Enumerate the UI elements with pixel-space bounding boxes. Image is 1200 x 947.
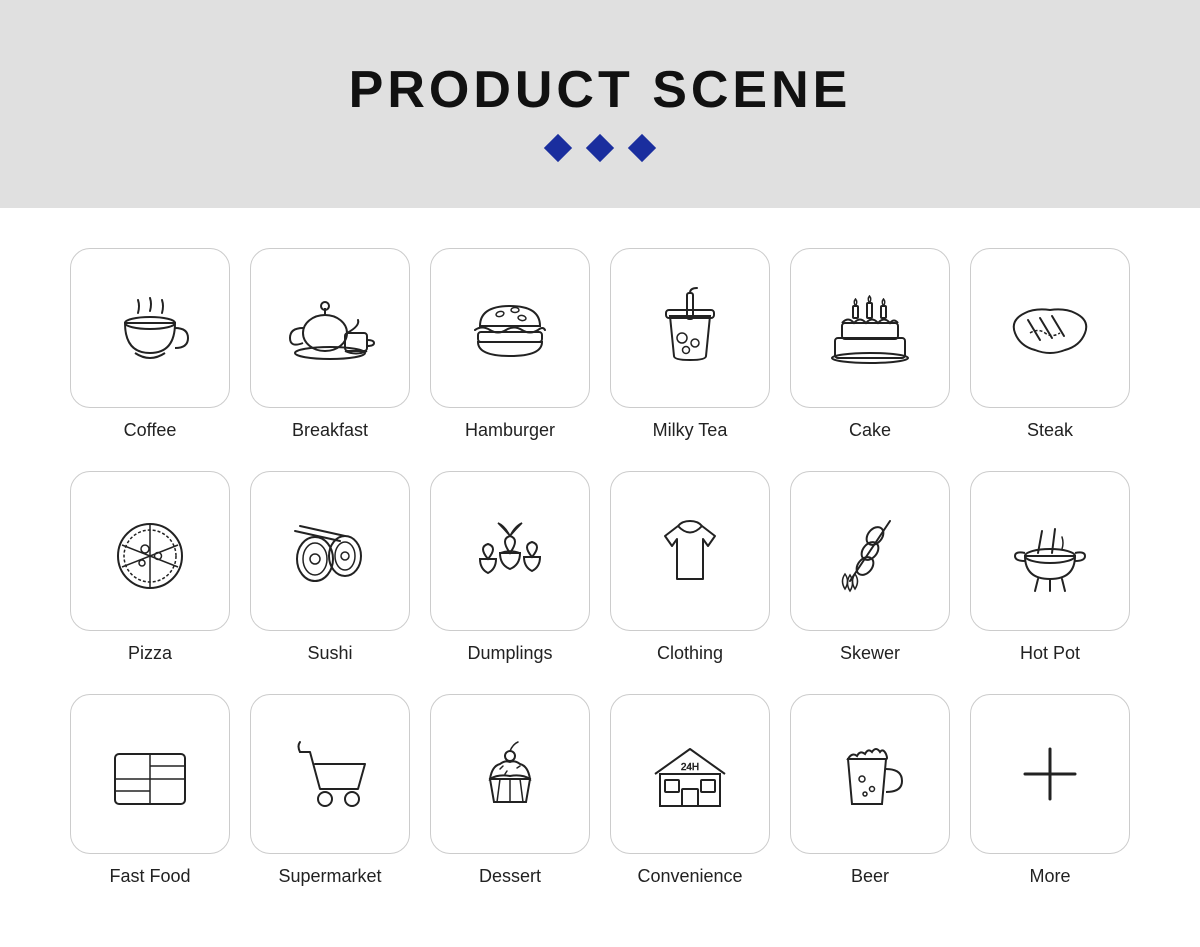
- category-item-skewer[interactable]: Skewer: [790, 471, 950, 664]
- diamond-icon-3: [628, 134, 656, 162]
- decorative-diamonds: [20, 138, 1180, 158]
- category-item-sushi[interactable]: Sushi: [250, 471, 410, 664]
- category-item-coffee[interactable]: Coffee: [70, 248, 230, 441]
- clothing-label: Clothing: [657, 643, 723, 664]
- pizza-label: Pizza: [128, 643, 172, 664]
- hot-pot-label: Hot Pot: [1020, 643, 1080, 664]
- skewer-icon-box: [790, 471, 950, 631]
- steak-label: Steak: [1027, 420, 1073, 441]
- skewer-label: Skewer: [840, 643, 900, 664]
- category-row-3: Fast Food Supermarket: [60, 694, 1140, 887]
- category-item-pizza[interactable]: Pizza: [70, 471, 230, 664]
- convenience-label: Convenience: [637, 866, 742, 887]
- sushi-label: Sushi: [307, 643, 352, 664]
- dessert-label: Dessert: [479, 866, 541, 887]
- fast-food-icon-box: [70, 694, 230, 854]
- hamburger-icon-box: [430, 248, 590, 408]
- diamond-icon-2: [586, 134, 614, 162]
- category-grid: Coffee: [0, 208, 1200, 947]
- beer-label: Beer: [851, 866, 889, 887]
- page-header: PRODUCT SCENE: [0, 0, 1200, 208]
- category-row-2: Pizza Sushi: [60, 471, 1140, 664]
- category-item-cake[interactable]: Cake: [790, 248, 950, 441]
- clothing-icon-box: [610, 471, 770, 631]
- dumplings-icon-box: [430, 471, 590, 631]
- milky-tea-icon-box: [610, 248, 770, 408]
- diamond-icon-1: [544, 134, 572, 162]
- category-row-1: Coffee: [60, 248, 1140, 441]
- sushi-icon-box: [250, 471, 410, 631]
- category-item-fast-food[interactable]: Fast Food: [70, 694, 230, 887]
- coffee-label: Coffee: [124, 420, 177, 441]
- dessert-icon-box: [430, 694, 590, 854]
- more-icon-box: [970, 694, 1130, 854]
- page-title: PRODUCT SCENE: [20, 60, 1180, 120]
- fast-food-label: Fast Food: [109, 866, 190, 887]
- category-item-beer[interactable]: Beer: [790, 694, 950, 887]
- supermarket-icon-box: [250, 694, 410, 854]
- convenience-icon-box: 24H: [610, 694, 770, 854]
- category-item-milky-tea[interactable]: Milky Tea: [610, 248, 770, 441]
- category-item-supermarket[interactable]: Supermarket: [250, 694, 410, 887]
- category-item-hamburger[interactable]: Hamburger: [430, 248, 590, 441]
- hot-pot-icon-box: [970, 471, 1130, 631]
- category-item-dessert[interactable]: Dessert: [430, 694, 590, 887]
- more-label: More: [1029, 866, 1070, 887]
- category-item-convenience[interactable]: 24H Convenience: [610, 694, 770, 887]
- cake-icon-box: [790, 248, 950, 408]
- category-item-more[interactable]: More: [970, 694, 1130, 887]
- milky-tea-label: Milky Tea: [653, 420, 728, 441]
- beer-icon-box: [790, 694, 950, 854]
- svg-text:24H: 24H: [681, 762, 699, 773]
- breakfast-icon-box: [250, 248, 410, 408]
- category-item-hot-pot[interactable]: Hot Pot: [970, 471, 1130, 664]
- supermarket-label: Supermarket: [278, 866, 381, 887]
- cake-label: Cake: [849, 420, 891, 441]
- category-item-clothing[interactable]: Clothing: [610, 471, 770, 664]
- dumplings-label: Dumplings: [467, 643, 552, 664]
- steak-icon-box: [970, 248, 1130, 408]
- breakfast-label: Breakfast: [292, 420, 368, 441]
- category-item-dumplings[interactable]: Dumplings: [430, 471, 590, 664]
- pizza-icon-box: [70, 471, 230, 631]
- category-item-steak[interactable]: Steak: [970, 248, 1130, 441]
- hamburger-label: Hamburger: [465, 420, 555, 441]
- coffee-icon-box: [70, 248, 230, 408]
- category-item-breakfast[interactable]: Breakfast: [250, 248, 410, 441]
